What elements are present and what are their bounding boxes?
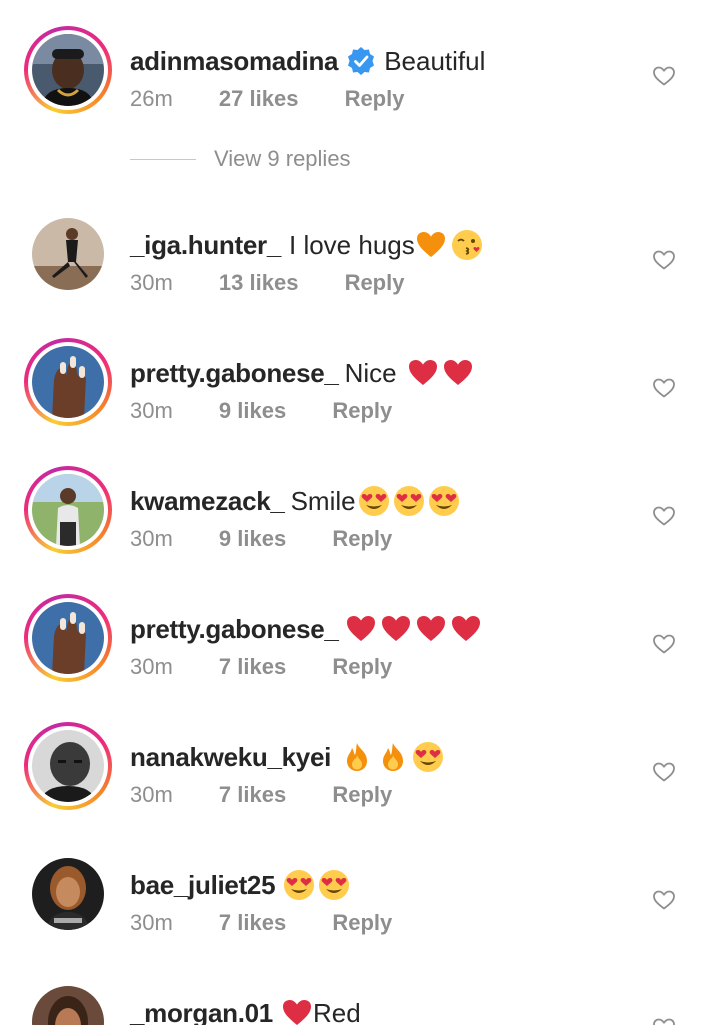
comment-text: Beautiful bbox=[384, 46, 486, 76]
comment-item: bae_juliet25 30m 7 likes Reply bbox=[0, 850, 720, 960]
avatar-man-bw-icon bbox=[32, 730, 104, 802]
heart-eyes-emoji-icon bbox=[393, 485, 425, 517]
red-heart-emoji-icon bbox=[442, 357, 474, 389]
comment-time: 30m bbox=[130, 654, 173, 679]
avatar-woman-interior-icon bbox=[32, 218, 104, 290]
comment-item: _iga.hunter_ I love hugs 30m 13 likes Re… bbox=[0, 210, 720, 320]
red-heart-emoji-icon bbox=[450, 613, 482, 645]
avatar-woman-partial-icon bbox=[32, 986, 104, 1025]
avatar-nails-hand-icon bbox=[32, 346, 104, 418]
comment-likes[interactable]: 7 likes bbox=[219, 910, 286, 936]
red-heart-emoji-icon bbox=[281, 997, 313, 1025]
comment-username[interactable]: adinmasomadina bbox=[130, 44, 339, 78]
reply-button[interactable]: Reply bbox=[332, 910, 392, 936]
comment-time: 30m bbox=[130, 270, 173, 295]
comment-text: Red bbox=[312, 998, 361, 1025]
comment-item: _morgan.01 Red bbox=[0, 978, 720, 1025]
reply-button[interactable]: Reply bbox=[332, 398, 392, 424]
avatar[interactable] bbox=[24, 338, 112, 426]
verified-badge-icon bbox=[346, 46, 376, 76]
reply-button[interactable]: Reply bbox=[332, 526, 392, 552]
red-heart-emoji-icon bbox=[345, 613, 377, 645]
avatar-woman-portrait-icon bbox=[32, 858, 104, 930]
comment-time: 26m bbox=[130, 86, 173, 111]
comment-time: 30m bbox=[130, 782, 173, 807]
comment-username[interactable]: bae_juliet25 bbox=[130, 868, 276, 902]
red-heart-emoji-icon bbox=[380, 613, 412, 645]
red-heart-emoji-icon bbox=[415, 613, 447, 645]
comment-username[interactable]: pretty.gabonese_ bbox=[130, 356, 339, 390]
heart-outline-icon[interactable] bbox=[652, 888, 676, 912]
comment-text: I love hugs bbox=[289, 230, 415, 260]
avatar[interactable] bbox=[32, 858, 104, 930]
avatar[interactable] bbox=[32, 986, 104, 1025]
heart-outline-icon[interactable] bbox=[652, 64, 676, 88]
avatar-man-portrait-icon bbox=[32, 34, 104, 106]
avatar-nails-hand-icon bbox=[32, 602, 104, 674]
comment-text: Nice bbox=[344, 358, 397, 388]
divider bbox=[130, 158, 196, 160]
reply-button[interactable]: Reply bbox=[345, 270, 405, 296]
avatar[interactable] bbox=[24, 722, 112, 810]
comment-likes[interactable]: 7 likes bbox=[219, 654, 286, 680]
orange-heart-emoji-icon bbox=[415, 229, 447, 261]
comment-item: adinmasomadina Beautiful 26m 27 likes Re… bbox=[0, 26, 720, 136]
heart-eyes-emoji-icon bbox=[358, 485, 390, 517]
comment-item: pretty.gabonese_ Nice 30m 9 likes Reply bbox=[0, 338, 720, 448]
comment-item: nanakweku_kyei 30m 7 likes Reply bbox=[0, 722, 720, 832]
red-heart-emoji-icon bbox=[407, 357, 439, 389]
comment-likes[interactable]: 13 likes bbox=[219, 270, 299, 296]
heart-eyes-emoji-icon bbox=[428, 485, 460, 517]
story-ring bbox=[24, 594, 112, 682]
kissing-face-emoji-icon bbox=[451, 229, 483, 261]
heart-outline-icon[interactable] bbox=[652, 760, 676, 784]
story-ring bbox=[24, 466, 112, 554]
story-ring bbox=[24, 722, 112, 810]
comment-text: Smile bbox=[290, 486, 356, 516]
heart-eyes-emoji-icon bbox=[412, 741, 444, 773]
heart-eyes-emoji-icon bbox=[318, 869, 350, 901]
comment-item: kwamezack_ Smile 30m 9 likes Reply bbox=[0, 466, 720, 576]
comment-username[interactable]: _iga.hunter_ bbox=[130, 228, 281, 262]
view-replies[interactable]: View 9 replies bbox=[130, 143, 351, 175]
reply-button[interactable]: Reply bbox=[332, 782, 392, 808]
comment-username[interactable]: _morgan.01 bbox=[130, 996, 273, 1025]
heart-outline-icon[interactable] bbox=[652, 248, 676, 272]
reply-button[interactable]: Reply bbox=[332, 654, 392, 680]
heart-outline-icon[interactable] bbox=[652, 376, 676, 400]
comment-username[interactable]: pretty.gabonese_ bbox=[130, 612, 339, 646]
heart-outline-icon[interactable] bbox=[652, 504, 676, 528]
avatar-man-outdoors-icon bbox=[32, 474, 104, 546]
avatar[interactable] bbox=[24, 466, 112, 554]
comment-time: 30m bbox=[130, 910, 173, 935]
view-replies-label[interactable]: View 9 replies bbox=[214, 146, 351, 172]
avatar[interactable] bbox=[32, 218, 104, 290]
comment-time: 30m bbox=[130, 526, 173, 551]
heart-outline-icon[interactable] bbox=[652, 632, 676, 656]
story-ring bbox=[24, 338, 112, 426]
comment-username[interactable]: nanakweku_kyei bbox=[130, 740, 331, 774]
comment-time: 30m bbox=[130, 398, 173, 423]
comment-username[interactable]: kwamezack_ bbox=[130, 484, 285, 518]
avatar[interactable] bbox=[24, 594, 112, 682]
fire-emoji-icon bbox=[377, 741, 409, 773]
reply-button[interactable]: Reply bbox=[345, 86, 405, 112]
fire-emoji-icon bbox=[341, 741, 373, 773]
comment-item: pretty.gabonese_ 30m 7 likes Reply bbox=[0, 594, 720, 704]
heart-eyes-emoji-icon bbox=[283, 869, 315, 901]
comment-likes[interactable]: 9 likes bbox=[219, 526, 286, 552]
comment-likes[interactable]: 7 likes bbox=[219, 782, 286, 808]
comment-likes[interactable]: 27 likes bbox=[219, 86, 299, 112]
comment-likes[interactable]: 9 likes bbox=[219, 398, 286, 424]
heart-outline-icon[interactable] bbox=[652, 1016, 676, 1025]
avatar[interactable] bbox=[24, 26, 112, 114]
story-ring bbox=[24, 26, 112, 114]
